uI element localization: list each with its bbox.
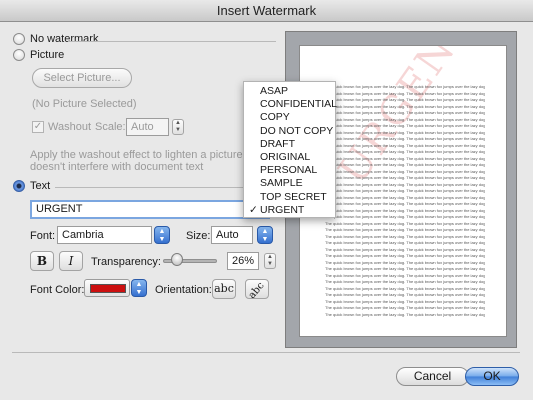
preview-text-line: The quick brown fox jumps over the lazy … [325,259,485,265]
no-picture-selected-label: (No Picture Selected) [32,98,137,110]
menu-item-label: DO NOT COPY [260,124,334,137]
preview-text-line: The quick brown fox jumps over the lazy … [325,103,485,109]
preview-text-line: The quick brown fox jumps over the lazy … [325,311,485,317]
preview-text-line: The quick brown fox jumps over the lazy … [325,240,485,245]
menu-item-label: COPY [260,111,290,124]
washout-checkbox[interactable]: ✓ [32,121,44,133]
menu-item-label: CONFIDENTIAL [260,98,338,111]
preview-text-line: The quick brown fox jumps over the lazy … [325,298,485,304]
preview-text-line: The quick brown fox jumps over the lazy … [325,142,485,148]
size-combobox[interactable]: Auto [211,226,253,244]
no-watermark-label: No watermark [30,33,99,45]
italic-button[interactable]: I [59,251,83,271]
menu-item-label: PERSONAL [260,164,318,177]
menu-item-asap[interactable]: ASAP [244,85,335,98]
scale-label: Scale: [95,121,126,133]
preview-text-line: The quick brown fox jumps over the lazy … [325,123,485,128]
text-radio[interactable] [13,180,25,192]
menu-item-confidential[interactable]: CONFIDENTIAL [244,98,338,111]
transparency-label: Transparency: [91,256,161,268]
preview-text-line: The quick brown fox jumps over the lazy … [325,285,485,291]
preview-text-line: The quick brown fox jumps over the lazy … [325,279,485,284]
preview-text-line: The quick brown fox jumps over the lazy … [325,149,485,154]
preview-text-line: The quick brown fox jumps over the lazy … [325,97,485,102]
font-color-picker[interactable] [84,279,130,297]
preview-text-line: The quick brown fox jumps over the lazy … [325,90,485,96]
no-watermark-radio[interactable] [13,33,25,45]
font-dropdown-button[interactable]: ▲ ▼ [154,226,170,244]
font-color-label: Font Color: [30,284,85,296]
scale-field[interactable]: Auto [126,118,169,136]
menu-item-urgent[interactable]: ✓ URGENT [244,204,335,217]
preview-text-line: The quick brown fox jumps over the lazy … [325,168,485,174]
text-dropdown-menu: ASAP CONFIDENTIAL COPY DO NOT COPY DRAFT ORIG… [243,81,338,218]
transparency-stepper[interactable]: ▲ ▼ [264,253,276,269]
washout-help-line-1: Apply the washout effect to lighten a pi… [30,149,258,161]
size-label: Size: [186,230,211,242]
preview-text-line: The quick brown fox jumps over the lazy … [325,246,485,252]
menu-item-do-not-copy[interactable]: DO NOT COPY [244,125,335,138]
preview-text-line: The quick brown fox jumps over the lazy … [325,129,485,135]
transparency-slider-knob[interactable] [171,253,184,266]
text-label: Text [30,180,51,192]
menu-item-label: TOP SECRET [260,190,327,203]
preview-text-line: The quick brown fox jumps over the lazy … [325,201,485,206]
orientation-label: Orientation: [155,284,212,296]
preview-text-line: The quick brown fox jumps over the lazy … [325,292,485,297]
scale-stepper[interactable]: ▲ ▼ [172,119,184,135]
preview-text-line: The quick brown fox jumps over the lazy … [325,266,485,271]
preview-text-line: The quick brown fox jumps over the lazy … [325,305,485,310]
menu-item-top-secret[interactable]: TOP SECRET [244,191,335,204]
preview-text-line: The quick brown fox jumps over the lazy … [325,116,485,122]
menu-item-label: DRAFT [260,137,295,150]
preview-text-line: The quick brown fox jumps over the lazy … [325,227,485,232]
menu-item-copy[interactable]: COPY [244,111,335,124]
window-title: Insert Watermark [0,0,533,22]
preview-text-line: The quick brown fox jumps over the lazy … [325,214,485,219]
menu-item-sample[interactable]: SAMPLE [244,177,335,190]
divider [68,41,276,42]
menu-item-label: SAMPLE [260,177,303,190]
font-combobox[interactable]: Cambria [57,226,152,244]
washout-help-line-2: doesn't interfere with document text [30,161,204,173]
font-color-dropdown-button[interactable]: ▲ ▼ [131,279,147,297]
preview-text-line: The quick brown fox jumps over the lazy … [325,207,485,213]
transparency-field[interactable]: 26% [227,252,259,270]
divider [12,352,520,353]
preview-text-line: The quick brown fox jumps over the lazy … [325,194,485,200]
picture-label: Picture [30,49,65,61]
menu-item-draft[interactable]: DRAFT [244,138,335,151]
washout-label: Washout [48,121,92,133]
size-dropdown-button[interactable]: ▲ ▼ [257,226,273,244]
preview-text-line: The quick brown fox jumps over the lazy … [325,84,485,89]
menu-item-label: ASAP [260,85,289,97]
preview-text-line: The quick brown fox jumps over the lazy … [325,220,485,226]
preview-text-line: The quick brown fox jumps over the lazy … [325,272,485,278]
checkmark-icon: ✓ [249,203,258,216]
preview-text-line: The quick brown fox jumps over the lazy … [325,233,485,239]
picture-radio[interactable] [13,49,25,61]
font-label: Font: [30,230,56,242]
text-field[interactable]: URGENT [30,200,270,219]
preview-text-line: The quick brown fox jumps over the lazy … [325,155,485,161]
preview-text-line: The quick brown fox jumps over the lazy … [325,162,485,167]
font-color-swatch [90,284,126,293]
cancel-button[interactable]: Cancel [396,367,469,386]
menu-item-personal[interactable]: PERSONAL [244,164,335,177]
orientation-diagonal-button[interactable]: abc [245,279,269,299]
preview-text-line: The quick brown fox jumps over the lazy … [325,175,485,180]
menu-item-original[interactable]: ORIGINAL [244,151,335,164]
select-picture-button[interactable]: Select Picture... [32,68,132,88]
preview-text-line: The quick brown fox jumps over the lazy … [325,253,485,258]
bold-button[interactable]: B [30,251,54,271]
preview-text-line: The quick brown fox jumps over the lazy … [325,136,485,141]
menu-item-label: URGENT [260,203,305,216]
orientation-diagonal-text: abc [246,280,267,299]
orientation-horizontal-button[interactable]: abc [212,279,236,299]
preview-text-line: The quick brown fox jumps over the lazy … [325,188,485,193]
preview-text-line: The quick brown fox jumps over the lazy … [325,181,485,187]
ok-button[interactable]: OK [465,367,519,386]
menu-item-label: ORIGINAL [260,150,311,163]
preview-text-line: The quick brown fox jumps over the lazy … [325,110,485,115]
